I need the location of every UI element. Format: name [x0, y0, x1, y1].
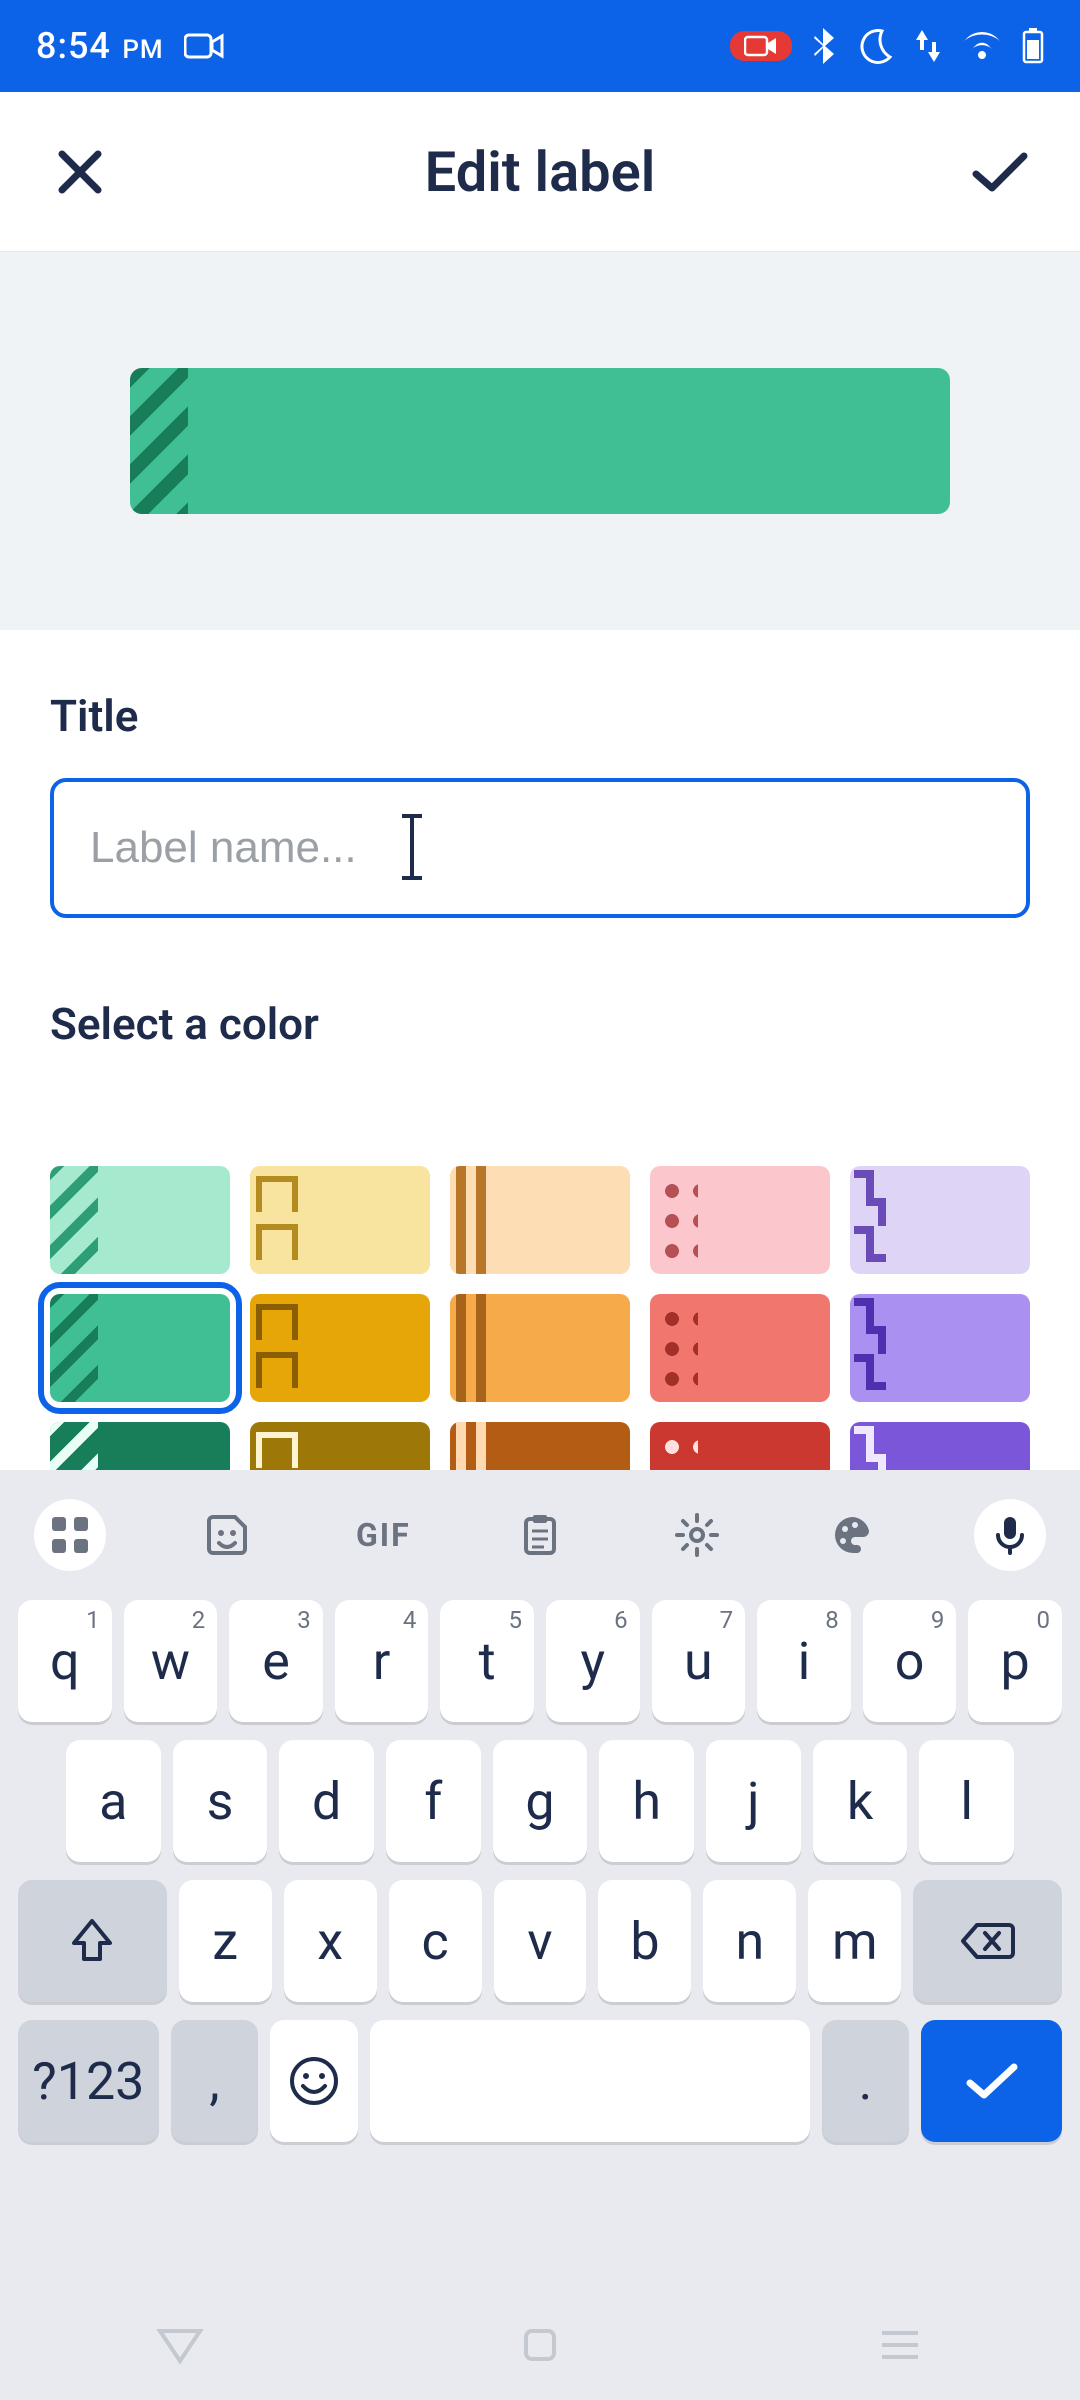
nav-back-button[interactable]: [150, 2315, 210, 2375]
label-title-input[interactable]: [50, 778, 1030, 918]
key-period[interactable]: .: [822, 2020, 910, 2142]
key-r[interactable]: r4: [335, 1600, 429, 1722]
key-i[interactable]: i8: [757, 1600, 851, 1722]
keyboard-row-1: q1w2e3r4t5y6u7i8o9p0: [18, 1600, 1062, 1722]
close-button[interactable]: [40, 132, 120, 212]
key-f[interactable]: f: [386, 1740, 481, 1862]
keyboard-toolbar: GIF: [0, 1470, 1080, 1600]
swatch-pattern-icon: [850, 1294, 898, 1402]
keyboard-row-4: ?123 , .: [18, 2020, 1062, 2142]
key-symbols[interactable]: ?123: [18, 2020, 159, 2142]
keyboard-mic-button[interactable]: [974, 1499, 1046, 1571]
key-b[interactable]: b: [598, 1880, 691, 2002]
app-header: Edit label: [0, 92, 1080, 252]
screen-record-icon: [730, 31, 792, 61]
color-swatch[interactable]: [50, 1294, 230, 1402]
key-k[interactable]: k: [813, 1740, 908, 1862]
emoji-icon: [289, 2056, 339, 2106]
color-section-label: Select a color: [50, 998, 1030, 1050]
camera-icon: [184, 32, 224, 60]
label-preview-area: [0, 252, 1080, 630]
swatch-pattern-icon: [50, 1294, 98, 1402]
key-e[interactable]: e3: [229, 1600, 323, 1722]
status-bar: 8:54 PM: [0, 0, 1080, 92]
swatch-pattern-icon: [450, 1294, 498, 1402]
color-swatch[interactable]: [650, 1166, 830, 1274]
label-preview-pattern: [130, 368, 188, 514]
key-p[interactable]: p0: [968, 1600, 1062, 1722]
color-swatch[interactable]: [450, 1294, 630, 1402]
color-swatch[interactable]: [850, 1166, 1030, 1274]
swatch-pattern-icon: [250, 1294, 298, 1402]
close-icon: [54, 146, 106, 198]
title-section-label: Title: [50, 690, 1030, 742]
check-icon: [964, 2059, 1020, 2103]
swatch-pattern-icon: [850, 1166, 898, 1274]
key-space[interactable]: [370, 2020, 809, 2142]
key-c[interactable]: c: [389, 1880, 482, 2002]
key-j[interactable]: j: [706, 1740, 801, 1862]
shift-icon: [70, 1917, 114, 1965]
key-u[interactable]: u7: [652, 1600, 746, 1722]
page-title: Edit label: [120, 139, 960, 205]
nav-home-button[interactable]: [510, 2315, 570, 2375]
wifi-icon: [962, 31, 1002, 61]
key-o[interactable]: o9: [863, 1600, 957, 1722]
keyboard-clipboard-button[interactable]: [504, 1499, 576, 1571]
color-swatch[interactable]: [250, 1166, 430, 1274]
color-swatch[interactable]: [250, 1294, 430, 1402]
key-backspace[interactable]: [913, 1880, 1062, 2002]
keyboard-row-2: asdfghjkl: [18, 1740, 1062, 1862]
data-updown-icon: [914, 28, 942, 64]
key-d[interactable]: d: [279, 1740, 374, 1862]
key-n[interactable]: n: [703, 1880, 796, 2002]
key-shift[interactable]: [18, 1880, 167, 2002]
key-s[interactable]: s: [173, 1740, 268, 1862]
check-icon: [970, 148, 1030, 196]
key-x[interactable]: x: [284, 1880, 377, 2002]
soft-keyboard: GIF q1w2e3r4t5y6u7i8o9p0 asdfghjkl zxcvb…: [0, 1470, 1080, 2400]
swatch-pattern-icon: [50, 1166, 98, 1274]
text-cursor: [410, 818, 414, 876]
keyboard-gif-button[interactable]: GIF: [347, 1499, 419, 1571]
status-time: 8:54 PM: [36, 25, 164, 67]
key-y[interactable]: y6: [546, 1600, 640, 1722]
key-t[interactable]: t5: [440, 1600, 534, 1722]
color-swatch[interactable]: [850, 1294, 1030, 1402]
confirm-button[interactable]: [960, 132, 1040, 212]
key-enter[interactable]: [921, 2020, 1062, 2142]
backspace-icon: [961, 1921, 1015, 1961]
key-z[interactable]: z: [179, 1880, 272, 2002]
swatch-pattern-icon: [650, 1166, 698, 1274]
nav-recents-button[interactable]: [870, 2315, 930, 2375]
label-preview: [130, 368, 950, 514]
keyboard-settings-button[interactable]: [661, 1499, 733, 1571]
color-swatch[interactable]: [650, 1294, 830, 1402]
keyboard-sticker-button[interactable]: [191, 1499, 263, 1571]
color-swatch[interactable]: [50, 1166, 230, 1274]
color-swatch[interactable]: [450, 1166, 630, 1274]
key-comma[interactable]: ,: [171, 2020, 259, 2142]
key-q[interactable]: q1: [18, 1600, 112, 1722]
swatch-pattern-icon: [450, 1166, 498, 1274]
swatch-pattern-icon: [650, 1294, 698, 1402]
dnd-moon-icon: [856, 27, 894, 65]
keyboard-palette-button[interactable]: [817, 1499, 889, 1571]
edit-form: Title Select a color: [0, 630, 1080, 1086]
key-m[interactable]: m: [808, 1880, 901, 2002]
key-a[interactable]: a: [66, 1740, 161, 1862]
key-w[interactable]: w2: [124, 1600, 218, 1722]
system-nav-bar: [0, 2290, 1080, 2400]
key-l[interactable]: l: [919, 1740, 1014, 1862]
key-h[interactable]: h: [599, 1740, 694, 1862]
key-g[interactable]: g: [493, 1740, 588, 1862]
bluetooth-icon: [812, 26, 836, 66]
battery-icon: [1022, 28, 1044, 64]
key-v[interactable]: v: [494, 1880, 587, 2002]
key-emoji[interactable]: [270, 2020, 358, 2142]
keyboard-apps-button[interactable]: [34, 1499, 106, 1571]
keyboard-row-3: zxcvbnm: [18, 1880, 1062, 2002]
swatch-pattern-icon: [250, 1166, 298, 1274]
